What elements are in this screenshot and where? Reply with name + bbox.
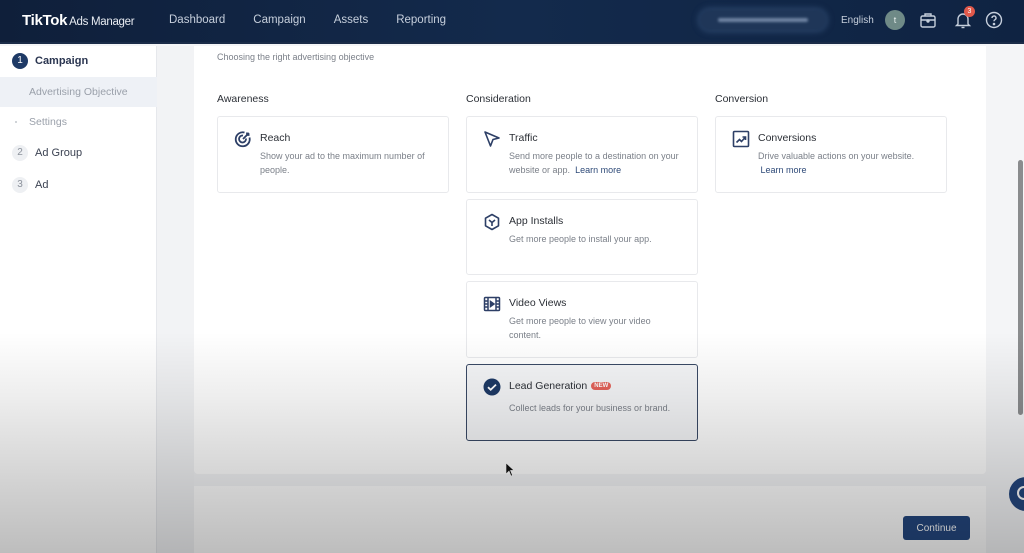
scrollbar[interactable] [1018,160,1023,415]
target-icon [233,129,253,149]
nav-assets[interactable]: Assets [334,14,369,26]
sidebar-step-ad[interactable]: 3 Ad [12,177,48,193]
step-label: Ad Group [35,147,83,159]
sidebar-step-ad-group[interactable]: 2 Ad Group [12,145,82,161]
sidebar-step-campaign[interactable]: 1 Campaign [12,53,88,69]
logo[interactable]: TikTok Ads Manager [22,12,135,29]
chat-icon [1017,486,1024,500]
panel-subtitle: Choosing the right advertising objective [217,52,375,62]
column-title-conversion: Conversion [715,93,769,105]
sidebar: 1 Campaign Advertising Objective Setting… [0,46,157,553]
top-nav-bar: TikTok Ads Manager Dashboard Campaign Ass… [0,0,1024,44]
continue-button[interactable]: Continue [903,516,970,540]
column-title-awareness: Awareness [217,93,269,105]
learn-more-link[interactable]: Learn more [575,165,621,175]
logo-subtitle: Ads Manager [69,16,135,28]
objective-card-app-installs[interactable]: App Installs Get more people to install … [466,199,698,275]
sidebar-substep-settings[interactable]: Settings [0,107,157,137]
avatar[interactable]: t [885,10,905,30]
check-circle-icon [482,377,502,397]
main-nav: Dashboard Campaign Assets Reporting [169,14,474,26]
help-chat-button[interactable] [1009,477,1024,511]
nav-reporting[interactable]: Reporting [396,14,446,26]
step-number: 2 [12,145,28,161]
sidebar-substep-advertising-objective[interactable]: Advertising Objective [0,77,157,107]
trend-up-icon [731,129,751,149]
nav-campaign[interactable]: Campaign [253,14,305,26]
objective-card-conversions[interactable]: Conversions Drive valuable actions on yo… [715,116,947,193]
new-badge: NEW [591,382,612,390]
step-number: 3 [12,177,28,193]
briefcase-icon[interactable] [918,10,938,30]
account-selector[interactable] [700,10,826,30]
footer-bar [194,486,986,553]
learn-more-link[interactable]: Learn more [761,165,807,175]
step-label: Ad [35,179,49,191]
notification-badge: 3 [964,6,975,17]
help-icon[interactable] [984,10,1004,30]
app-cube-icon [482,212,502,232]
step-label: Campaign [35,55,89,67]
nav-dashboard[interactable]: Dashboard [169,14,225,26]
video-film-icon [482,294,502,314]
cursor-arrow-icon [482,129,502,149]
objective-card-traffic[interactable]: Traffic Send more people to a destinatio… [466,116,698,193]
language-selector[interactable]: English [841,15,874,26]
objective-card-lead-generation[interactable]: Lead Generation NEW Collect leads for you… [466,364,698,441]
step-number: 1 [12,53,28,69]
objective-card-video-views[interactable]: Video Views Get more people to view your… [466,281,698,358]
objective-card-reach[interactable]: Reach Show your ad to the maximum number… [217,116,449,193]
column-title-consideration: Consideration [466,93,531,105]
